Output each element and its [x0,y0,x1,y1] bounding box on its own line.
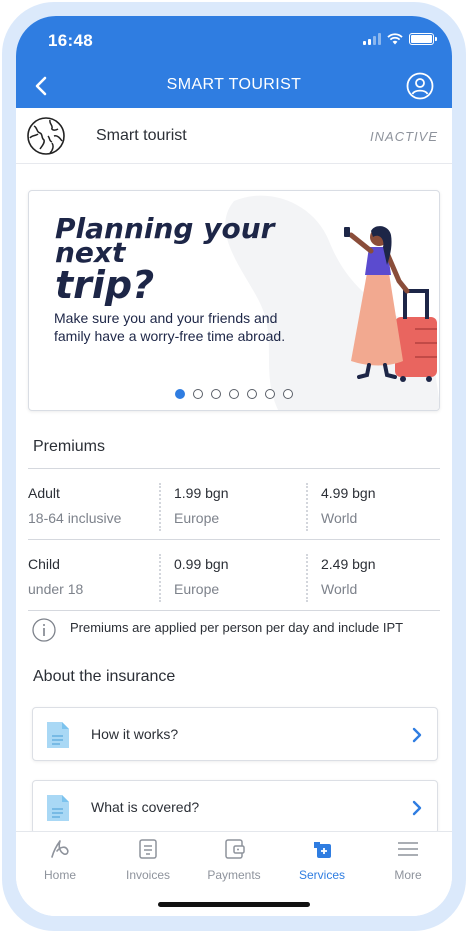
carousel-dot[interactable] [193,389,203,399]
premium-world-cell: 4.99 bgn World [321,475,436,537]
banner-title-line3: trip? [55,263,155,307]
premium-category: Child [28,556,60,572]
divider [28,610,440,611]
item-label: How it works? [91,726,179,742]
tab-label: Home [43,868,76,882]
home-icon [51,840,69,858]
status-time: 16:48 [48,31,93,50]
globe-icon [27,117,65,155]
chevron-right-icon [412,800,422,816]
tab-more[interactable]: More [368,838,448,888]
carousel-dot[interactable] [265,389,275,399]
banner-title: Planning your next trip? [55,215,295,307]
premium-europe-cell: 1.99 bgn Europe [174,475,304,537]
column-divider [306,483,308,531]
tab-home[interactable]: Home [20,838,100,888]
battery-icon [409,33,437,45]
about-title: About the insurance [33,668,176,685]
premium-region: Europe [174,581,220,597]
app-header: 16:48 SMART TOURIST [16,16,452,108]
status-icons [363,33,437,45]
page-title: SMART TOURIST [166,76,302,93]
column-divider [159,554,161,602]
premium-age-range: under 18 [28,581,84,597]
tab-label: More [394,868,422,882]
signal-icon [363,33,381,45]
banner-text: Make sure you and your friends and famil… [54,310,286,344]
payments-icon [225,839,245,859]
tab-label: Services [298,868,345,882]
carousel-dot[interactable] [247,389,257,399]
premiums-title: Premiums [33,438,106,455]
tab-payments[interactable]: Payments [194,838,274,888]
carousel-dot[interactable] [229,389,239,399]
premium-note-text: Premiums are applied per person per day … [70,620,404,635]
premium-row: Adult 18-64 inclusive 1.99 bgn Europe 4.… [28,475,440,537]
premium-category-cell: Adult 18-64 inclusive [28,475,158,537]
tab-services[interactable]: Services [282,838,362,888]
app-screen: 16:48 SMART TOURIST Smart tourist INACTI… [16,16,452,916]
premium-world-cell: 2.49 bgn World [321,546,436,608]
promo-banner[interactable]: Planning your next trip? Make sure you a… [28,190,440,411]
document-icon [47,795,69,821]
menu-icon [398,842,418,856]
divider [28,468,440,469]
premium-region: World [321,510,358,526]
premium-price: 4.99 bgn [321,485,376,501]
wifi-icon [387,33,403,45]
invoice-icon [139,839,157,859]
column-divider [159,483,161,531]
product-name: Smart tourist [96,127,187,144]
status-badge: INACTIVE [370,129,438,144]
tab-label: Invoices [125,868,171,882]
document-icon [47,722,69,748]
info-icon [32,618,56,642]
product-row: Smart tourist INACTIVE [16,108,452,164]
item-label: What is covered? [91,799,200,815]
premium-region: Europe [174,510,220,526]
premium-europe-cell: 0.99 bgn Europe [174,546,304,608]
premium-category-cell: Child under 18 [28,546,158,608]
carousel-dot[interactable] [175,389,185,399]
premium-category: Adult [28,485,60,501]
how-it-works-item[interactable]: How it works? [32,707,438,761]
premium-note: Premiums are applied per person per day … [28,616,440,644]
traveler-illustration [344,226,437,382]
premium-price: 0.99 bgn [174,556,229,572]
tab-invoices[interactable]: Invoices [108,838,188,888]
premium-age-range: 18-64 inclusive [28,510,122,526]
carousel-dots [29,389,439,399]
tab-label: Payments [207,868,261,882]
what-is-covered-item[interactable]: What is covered? [32,780,438,834]
premium-price: 2.49 bgn [321,556,376,572]
premium-row: Child under 18 0.99 bgn Europe 2.49 bgn … [28,546,440,608]
premium-price: 1.99 bgn [174,485,229,501]
carousel-dot[interactable] [283,389,293,399]
chevron-right-icon [412,727,422,743]
divider [28,539,440,540]
carousel-dot[interactable] [211,389,221,399]
profile-button[interactable] [406,72,434,100]
column-divider [306,554,308,602]
home-indicator [158,902,310,907]
services-icon [314,842,331,858]
premium-region: World [321,581,358,597]
